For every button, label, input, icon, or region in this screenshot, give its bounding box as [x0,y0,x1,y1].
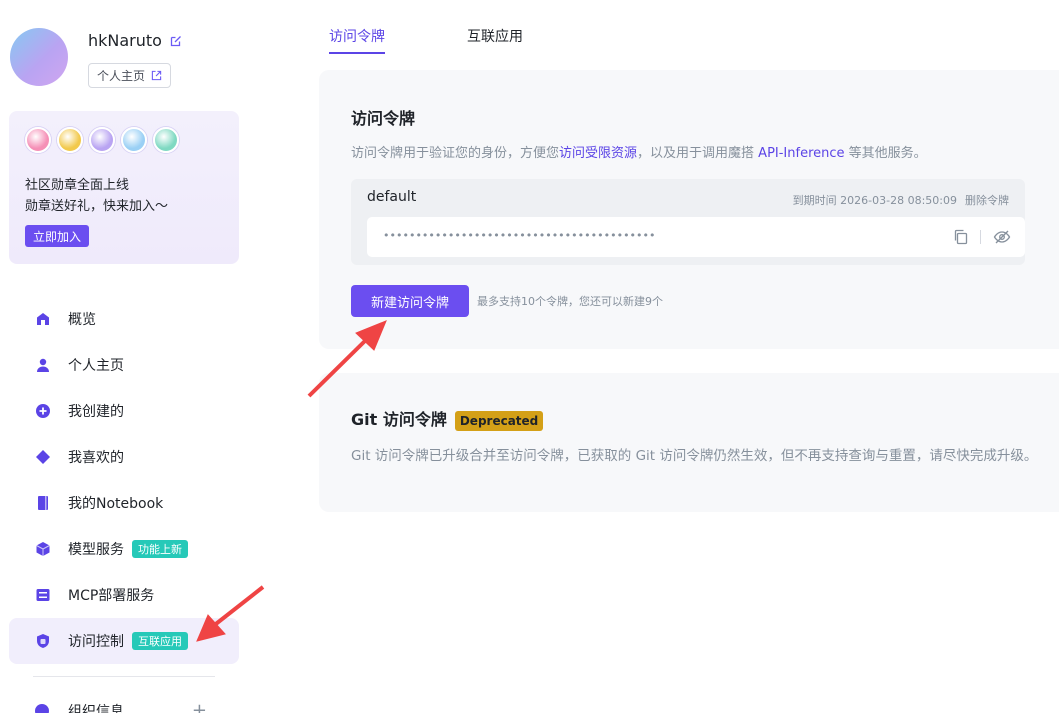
user-icon [35,357,51,373]
desc-text-1: 访问令牌用于验证您的身份，方便您 [351,146,560,161]
sidebar-item-label: 模型服务 [68,542,124,558]
shield-icon [35,633,51,649]
medal-badge-icon [89,127,115,153]
sidebar-item-label: 概览 [68,312,96,328]
promo-badges [25,127,179,153]
new-feature-tag: 功能上新 [132,540,188,558]
token-meta: 到期时间 2026-03-28 08:50:09 删除令牌 [793,192,1009,208]
medal-badge-icon [25,127,51,153]
sidebar-item-mcp[interactable]: MCP部署服务 [9,572,239,618]
git-token-title: Git 访问令牌 [351,410,447,429]
promo-card: 社区勋章全面上线 勋章送好礼，快来加入～ 立即加入 [9,111,239,264]
sidebar-item-label: 我喜欢的 [68,450,124,466]
organization-icon [35,703,49,713]
sidebar-item-profile[interactable]: 个人主页 [9,342,239,388]
sidebar-item-overview[interactable]: 概览 [9,296,239,342]
delete-token-button[interactable]: 删除令牌 [965,192,1009,208]
connected-apps-tag: 互联应用 [132,632,188,650]
plus-circle-icon [35,403,51,419]
avatar[interactable] [10,28,68,86]
medal-badge-icon [121,127,147,153]
git-token-card: Git 访问令牌 Deprecated Git 访问令牌已升级合并至访问令牌，已获… [319,373,1059,512]
external-link-icon [151,70,162,81]
cube-icon [35,541,51,557]
profile-link-label: 个人主页 [97,69,146,83]
token-expiry: 到期时间 2026-03-28 08:50:09 [792,194,957,207]
nav-divider [33,676,215,677]
sidebar-item-label: 我创建的 [68,404,124,420]
git-token-description: Git 访问令牌已升级合并至访问令牌，已获取的 Git 访问令牌仍然生效，但不再… [351,448,1038,464]
profile-link-button[interactable]: 个人主页 [88,63,172,88]
edit-icon[interactable] [170,35,182,47]
api-inference-link[interactable]: API-Inference [758,146,844,161]
sidebar-item-notebook[interactable]: 我的Notebook [9,480,239,526]
join-now-button[interactable]: 立即加入 [25,225,90,247]
access-token-card: 访问令牌 访问令牌用于验证您的身份，方便您访问受限资源，以及用于调用魔搭 API… [319,70,1059,349]
tab-bar: 访问令牌 互联应用 [329,0,523,54]
medal-badge-icon [57,127,83,153]
access-token-title: 访问令牌 [351,109,416,128]
token-limit-note: 最多支持10个令牌，您还可以新建9个 [477,295,663,308]
deprecated-badge: Deprecated [454,410,544,431]
notebook-icon [35,495,51,511]
sidebar-item-label: MCP部署服务 [68,588,155,604]
sidebar-item-created[interactable]: 我创建的 [9,388,239,434]
sidebar-item-label: 我的Notebook [68,496,164,512]
token-value: ••••••••••••••••••••••••••••••••••••••••… [383,229,656,242]
sidebar-item-favorites[interactable]: 我喜欢的 [9,434,239,480]
sidebar-item-organization[interactable]: 组织信息 + [35,700,207,713]
sidebar-nav: 概览 个人主页 我创建的 我喜欢的 我的Notebook 模型服务 功能上新 M… [9,296,239,664]
promo-line-2: 勋章送好礼，快来加入～ [25,199,169,214]
sidebar-item-access-control[interactable]: 访问控制 互联应用 [9,618,239,664]
sidebar: hkNaruto 个人主页 社区勋章全面上线 勋章送好礼，快来加入～ 立即加入 … [0,0,250,713]
sidebar-item-label: 访问控制 [68,634,124,650]
tab-connected-apps[interactable]: 互联应用 [467,0,523,54]
diamond-icon [35,449,51,465]
token-entry: default 到期时间 2026-03-28 08:50:09 删除令牌 ••… [351,179,1025,265]
username: hkNaruto [88,31,162,50]
access-token-description: 访问令牌用于验证您的身份，方便您访问受限资源，以及用于调用魔搭 API-Infe… [351,142,927,161]
medal-badge-icon [153,127,179,153]
eye-off-icon[interactable] [993,229,1011,245]
copy-icon[interactable] [953,229,969,245]
restricted-resources-link[interactable]: 访问受限资源 [559,146,637,161]
sidebar-item-label: 个人主页 [68,358,124,374]
add-organization-icon[interactable]: + [192,700,207,713]
sidebar-item-model-service[interactable]: 模型服务 功能上新 [9,526,239,572]
git-token-heading: Git 访问令牌 Deprecated [351,406,544,431]
new-access-token-button[interactable]: 新建访问令牌 [351,285,469,317]
desc-text-2: ，以及用于调用魔搭 [637,146,759,161]
promo-line-1: 社区勋章全面上线 [25,178,130,193]
server-icon [35,587,51,603]
icon-separator [980,230,981,244]
username-row: hkNaruto [88,31,182,50]
sidebar-item-label: 组织信息 [68,703,124,713]
desc-text-3: 等其他服务。 [844,146,927,161]
tab-access-tokens[interactable]: 访问令牌 [329,0,385,54]
token-value-field: ••••••••••••••••••••••••••••••••••••••••… [367,217,1025,257]
token-name: default [367,189,417,205]
home-icon [35,311,51,327]
